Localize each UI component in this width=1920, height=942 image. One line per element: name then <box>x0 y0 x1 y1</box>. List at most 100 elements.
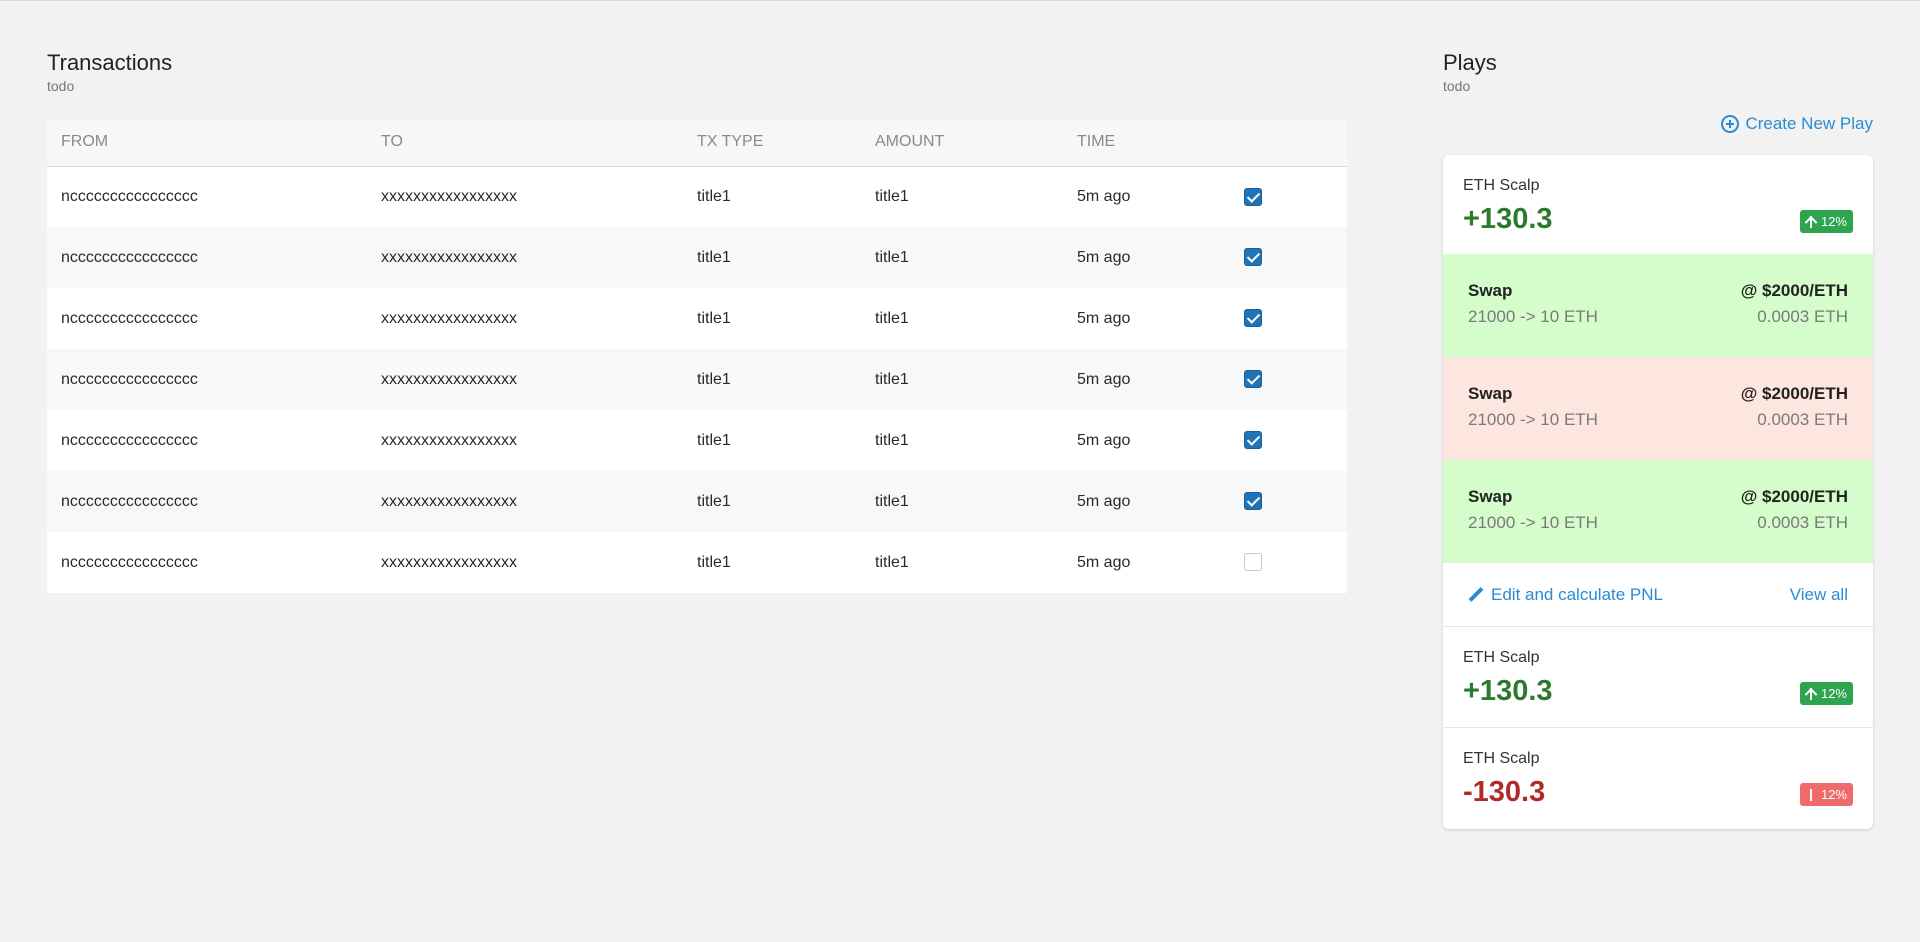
row-checkbox[interactable] <box>1244 553 1262 572</box>
cell-from: ncccccccccccccccc <box>47 288 367 349</box>
table-row[interactable]: ncccccccccccccccc xxxxxxxxxxxxxxxxx title1… <box>47 349 1347 410</box>
cell-select <box>1230 288 1347 349</box>
cell-from: ncccccccccccccccc <box>47 471 367 532</box>
change-badge: 12% <box>1799 783 1853 806</box>
top-border <box>0 0 1920 1</box>
swap-title: Swap <box>1468 281 1513 300</box>
cell-amount: title1 <box>861 349 1063 410</box>
transactions-title: Transactions <box>47 50 173 75</box>
table-row[interactable]: ncccccccccccccccc xxxxxxxxxxxxxxxxx title1… <box>47 471 1347 532</box>
swap-title: Swap <box>1468 384 1513 403</box>
row-checkbox[interactable] <box>1244 370 1262 389</box>
cell-to: xxxxxxxxxxxxxxxxx <box>367 532 683 593</box>
play-name: ETH Scalp <box>1463 649 1540 666</box>
cell-from: ncccccccccccccccc <box>47 349 367 410</box>
play-name: ETH Scalp <box>1463 750 1540 767</box>
arrow-up-icon <box>1804 686 1818 702</box>
swap-detail: 21000 -> 10 ETH <box>1468 307 1598 326</box>
cell-select <box>1230 166 1347 227</box>
cell-from: ncccccccccccccccc <box>47 532 367 593</box>
swap-detail: 21000 -> 10 ETH <box>1468 513 1598 532</box>
swap-item[interactable]: Swap 21000 -> 10 ETH @ $2000/ETH 0.0003 … <box>1443 357 1873 460</box>
cell-select <box>1230 227 1347 288</box>
cell-to: xxxxxxxxxxxxxxxxx <box>367 349 683 410</box>
cell-tx-type: title1 <box>683 471 861 532</box>
cell-tx-type: title1 <box>683 532 861 593</box>
column-header-time[interactable]: TIME <box>1063 119 1230 167</box>
transactions-section: Transactions todo FROM TO TX TYPE AMOUNT… <box>47 48 1347 593</box>
row-checkbox[interactable] <box>1244 492 1262 511</box>
play-actions: Edit and calculate PNL View all <box>1443 563 1873 627</box>
plus-circle-icon <box>1721 115 1740 133</box>
column-header-tx-type[interactable]: TX TYPE <box>683 119 861 167</box>
swap-price: @ $2000/ETH <box>1740 487 1848 506</box>
cell-to: xxxxxxxxxxxxxxxxx <box>367 288 683 349</box>
swap-price: @ $2000/ETH <box>1740 281 1848 300</box>
cell-time: 5m ago <box>1063 166 1230 227</box>
cell-to: xxxxxxxxxxxxxxxxx <box>367 227 683 288</box>
cell-time: 5m ago <box>1063 288 1230 349</box>
cell-time: 5m ago <box>1063 471 1230 532</box>
change-percent: 12% <box>1820 787 1847 802</box>
row-checkbox[interactable] <box>1244 309 1262 328</box>
edit-calculate-pnl-label: Edit and calculate PNL <box>1491 584 1663 604</box>
plays-title: Plays <box>1443 50 1497 75</box>
plays-card: ETH Scalp +130.3 12% Swap 21000 -> 10 ET… <box>1443 155 1873 829</box>
change-percent: 12% <box>1820 686 1847 701</box>
play-pnl-value: -130.3 <box>1463 776 1546 808</box>
table-row[interactable]: ncccccccccccccccc xxxxxxxxxxxxxxxxx title1… <box>47 532 1347 593</box>
cell-tx-type: title1 <box>683 227 861 288</box>
row-checkbox[interactable] <box>1244 431 1262 450</box>
cell-tx-type: title1 <box>683 166 861 227</box>
play-pnl-value: +130.3 <box>1463 203 1553 235</box>
table-row[interactable]: ncccccccccccccccc xxxxxxxxxxxxxxxxx title1… <box>47 227 1347 288</box>
change-badge: 12% <box>1799 682 1853 705</box>
cell-time: 5m ago <box>1063 227 1230 288</box>
cell-select <box>1230 349 1347 410</box>
play-summary[interactable]: ETH Scalp +130.3 12% <box>1443 627 1873 728</box>
swap-fee: 0.0003 ETH <box>1757 513 1848 532</box>
swap-price: @ $2000/ETH <box>1740 384 1848 403</box>
row-checkbox[interactable] <box>1244 248 1262 267</box>
column-header-to[interactable]: TO <box>367 119 683 167</box>
cell-tx-type: title1 <box>683 410 861 471</box>
play-summary[interactable]: ETH Scalp -130.3 12% <box>1443 728 1873 829</box>
create-new-play-label: Create New Play <box>1745 114 1873 133</box>
cell-amount: title1 <box>861 227 1063 288</box>
cell-amount: title1 <box>861 410 1063 471</box>
change-badge: 12% <box>1799 210 1853 233</box>
table-header-row: FROM TO TX TYPE AMOUNT TIME <box>47 119 1347 167</box>
plays-section: Plays todo Create New Play ETH Scalp +13… <box>1443 48 1873 829</box>
play-name: ETH Scalp <box>1463 177 1540 194</box>
table-row[interactable]: ncccccccccccccccc xxxxxxxxxxxxxxxxx title1… <box>47 288 1347 349</box>
cell-to: xxxxxxxxxxxxxxxxx <box>367 166 683 227</box>
swap-item[interactable]: Swap 21000 -> 10 ETH @ $2000/ETH 0.0003 … <box>1443 460 1873 563</box>
cell-from: ncccccccccccccccc <box>47 166 367 227</box>
create-new-play-button[interactable]: Create New Play <box>1721 114 1873 134</box>
cell-to: xxxxxxxxxxxxxxxxx <box>367 471 683 532</box>
cell-tx-type: title1 <box>683 288 861 349</box>
change-percent: 12% <box>1820 214 1847 229</box>
cell-to: xxxxxxxxxxxxxxxxx <box>367 410 683 471</box>
column-header-amount[interactable]: AMOUNT <box>861 119 1063 167</box>
view-all-link[interactable]: View all <box>1790 585 1848 605</box>
pencil-icon <box>1468 587 1484 603</box>
table-row[interactable]: ncccccccccccccccc xxxxxxxxxxxxxxxxx title1… <box>47 410 1347 471</box>
cell-amount: title1 <box>861 471 1063 532</box>
edit-calculate-pnl-link[interactable]: Edit and calculate PNL <box>1468 585 1663 605</box>
swap-fee: 0.0003 ETH <box>1757 307 1848 326</box>
column-header-from[interactable]: FROM <box>47 119 367 167</box>
column-header-select <box>1230 119 1347 167</box>
cell-amount: title1 <box>861 166 1063 227</box>
table-row[interactable]: ncccccccccccccccc xxxxxxxxxxxxxxxxx title1… <box>47 166 1347 227</box>
swap-item[interactable]: Swap 21000 -> 10 ETH @ $2000/ETH 0.0003 … <box>1443 254 1873 357</box>
cell-time: 5m ago <box>1063 532 1230 593</box>
cell-select <box>1230 471 1347 532</box>
cell-select <box>1230 410 1347 471</box>
row-checkbox[interactable] <box>1244 187 1262 206</box>
cell-amount: title1 <box>861 288 1063 349</box>
cell-tx-type: title1 <box>683 349 861 410</box>
play-summary[interactable]: ETH Scalp +130.3 12% <box>1443 155 1873 254</box>
arrow-down-icon <box>1804 787 1818 803</box>
cell-from: ncccccccccccccccc <box>47 410 367 471</box>
